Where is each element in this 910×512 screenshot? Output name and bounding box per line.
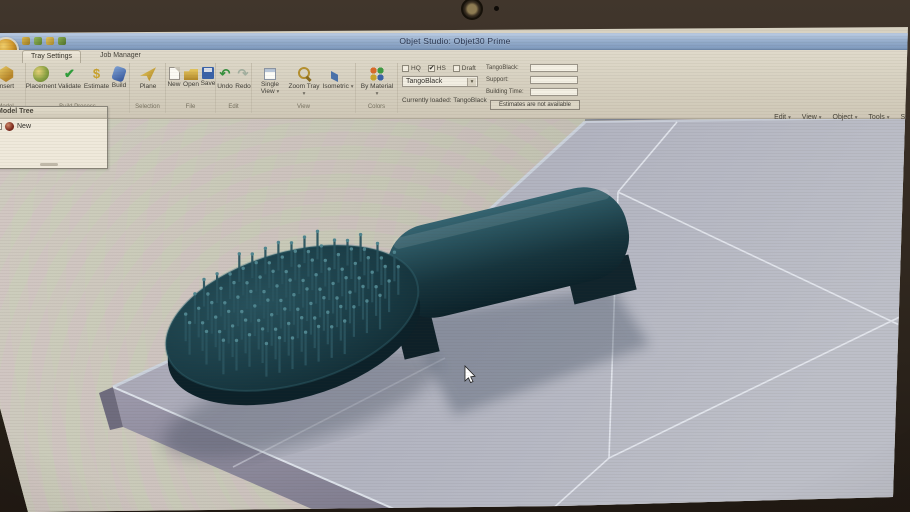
ribbon-group-file: New Open Save File [166,63,216,113]
chevron-down-icon: ▾ [376,91,379,97]
isometric-cube-icon [331,67,345,82]
placement-button[interactable]: Placement [26,66,56,90]
checkbox-draft[interactable] [453,65,460,72]
zoom-tray-button[interactable]: Zoom Tray ▾ [288,66,320,97]
model-tree-panel: Model Tree - New [0,106,108,169]
validate-icon: ✔ [62,66,78,82]
insert-icon [0,66,14,82]
currently-loaded-status: Currently loaded: TangoBlack [402,97,487,104]
chevron-down-icon: ▾ [277,89,280,95]
validate-button[interactable]: ✔ Validate [56,66,83,90]
quick-access-icon-2[interactable] [34,37,42,45]
panel-resize-grip[interactable] [40,163,58,166]
window-title: Objet Studio: Objet30 Prime [0,36,910,46]
menu-tools[interactable]: Tools ▾ [868,114,889,121]
redo-icon: ↷ [235,66,251,82]
save-button[interactable]: Save [200,66,216,87]
ribbon-group-view: Single View ▾ Zoom Tray ▾ Isometric ▾ Vi… [252,63,356,113]
menu-object[interactable]: Object ▾ [833,114,858,121]
chevron-down-icon: ▾ [855,115,858,121]
chevron-down-icon: ▾ [887,115,890,121]
open-button[interactable]: Open [182,66,200,88]
by-material-icon [369,66,385,82]
tree-expander-icon[interactable]: - [0,123,2,130]
save-disk-icon [202,67,214,79]
quick-access-icon-4[interactable] [58,37,66,45]
menu-style[interactable]: Style [900,114,910,121]
placement-icon [33,66,49,82]
ribbon-group-colors: By Material ▾ Colors [356,63,398,113]
chevron-down-icon: ▾ [819,115,822,121]
tab-tray-settings[interactable]: Tray Settings [22,50,81,63]
chevron-down-icon: ▾ [788,115,791,121]
estimates-panel: TangoBlack: Support: Building Time: Esti… [486,62,584,110]
chevron-down-icon: ▾ [303,91,306,97]
chevron-down-icon: ▾ [467,78,476,86]
webcam [461,0,483,20]
menu-view[interactable]: View ▾ [802,114,822,121]
open-folder-icon [184,69,198,80]
new-button[interactable]: New [166,66,182,88]
model-tree-header: Model Tree [0,107,107,119]
estimate-material-field[interactable] [530,64,578,72]
microphone-dot [494,6,499,11]
quick-access-toolbar [22,37,66,45]
quick-access-icon-3[interactable] [46,37,54,45]
menu-bar: Edit ▾ View ▾ Object ▾ Tools ▾ Style [706,114,910,121]
menu-edit[interactable]: Edit ▾ [774,114,791,121]
redo-button[interactable]: ↷ Redo [234,66,252,90]
photo-of-laptop-screen: Objet Studio: Objet30 Prime Tray Setting… [0,0,910,512]
single-view-button[interactable]: Single View ▾ [254,66,286,95]
ribbon-group-edit: ↶ Undo ↷ Redo Edit [216,63,252,113]
insert-button[interactable]: Insert [0,66,22,90]
undo-icon: ↶ [217,66,233,82]
plane-button[interactable]: Plane [133,66,163,90]
isometric-button[interactable]: Isometric ▾ [322,66,354,90]
estimates-note: Estimates are not available [490,100,580,110]
plane-icon [140,66,156,82]
by-material-button[interactable]: By Material ▾ [360,66,394,97]
estimate-time-field[interactable] [530,88,578,96]
ribbon: Tray Settings Job Manager Insert Model P… [0,50,910,119]
estimate-icon: $ [89,66,105,82]
tray-object-icon [5,122,14,131]
single-view-icon [264,68,276,80]
checkbox-hs[interactable]: ✔ [428,65,435,72]
title-bar: Objet Studio: Objet30 Prime [0,33,910,50]
new-file-icon [169,67,180,80]
application-window: Objet Studio: Objet30 Prime Tray Setting… [0,0,910,512]
chevron-down-icon: ▾ [351,84,354,90]
zoom-tray-icon [296,66,312,82]
undo-button[interactable]: ↶ Undo [216,66,234,90]
checkbox-hq[interactable] [402,65,409,72]
quick-access-icon-1[interactable] [22,37,30,45]
material-dropdown[interactable]: TangoBlack ▾ [402,76,478,87]
build-icon [111,65,127,82]
tab-job-manager[interactable]: Job Manager [92,50,149,63]
estimate-button[interactable]: $ Estimate [83,66,110,90]
tree-item-tray[interactable]: - New [0,119,107,131]
estimate-support-field[interactable] [530,76,578,84]
print-mode-options: HQ ✔ HS Draft [402,65,476,72]
build-button[interactable]: Build [108,66,130,89]
ribbon-group-selection: Plane Selection [130,63,166,113]
